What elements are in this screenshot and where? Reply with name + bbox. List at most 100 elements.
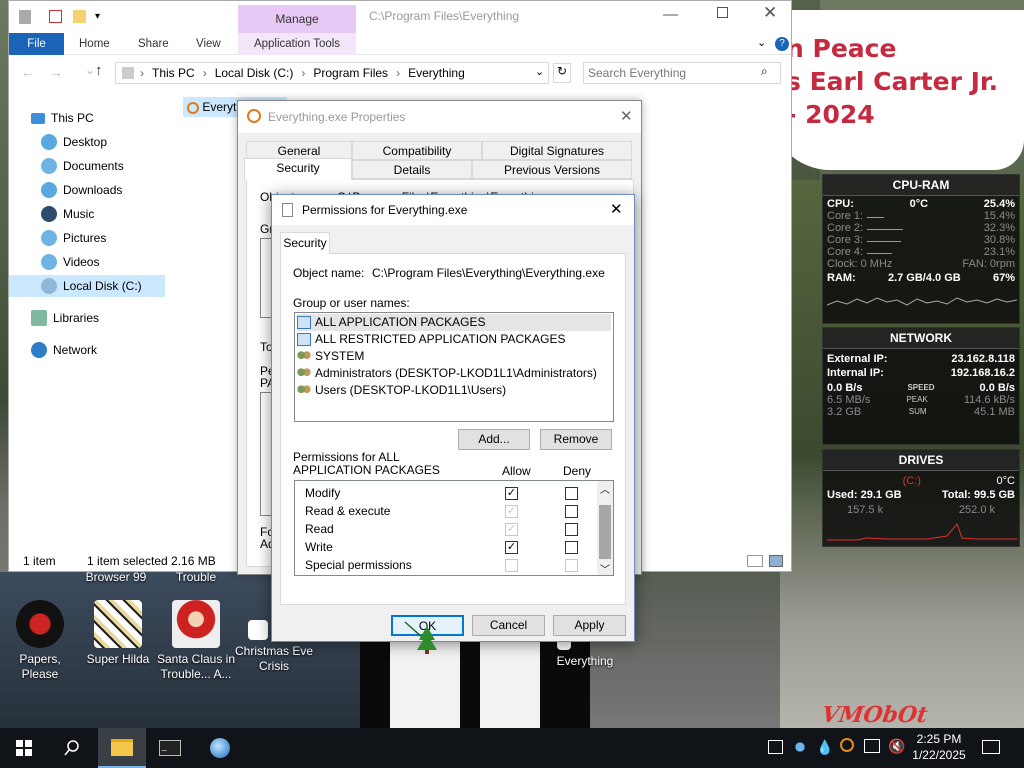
nav-documents[interactable]: Documents xyxy=(41,155,124,177)
tray-volume-muted-icon[interactable]: 🔇 xyxy=(888,738,905,755)
users-icon xyxy=(297,384,311,397)
up-icon[interactable]: ↑ xyxy=(95,62,103,79)
tray-droplet-icon[interactable]: 💧 xyxy=(816,739,833,756)
desktop-icon-santa-claus[interactable]: Santa Claus in Trouble... A... xyxy=(156,600,236,682)
address-dropdown-icon[interactable]: ⌄ xyxy=(535,65,544,78)
core-value: 15.4% xyxy=(983,210,1015,222)
taskbar-browser[interactable] xyxy=(196,728,244,768)
core-value: 23.1% xyxy=(983,246,1015,258)
ribbon-expand-icon[interactable]: ⌄ xyxy=(757,36,766,49)
address-row: ← → ⌄ ↑ › This PC › Local Disk (C:) › Pr… xyxy=(9,55,791,91)
tab-file[interactable]: File xyxy=(9,33,64,55)
permissions-titlebar: Permissions for Everything.exe ✕ xyxy=(272,195,634,225)
details-view-icon[interactable] xyxy=(747,555,763,567)
help-icon[interactable]: ? xyxy=(775,37,789,51)
group-item-system[interactable]: SYSTEM xyxy=(297,348,364,365)
scroll-down-icon[interactable]: ﹀ xyxy=(600,561,610,575)
tray-users-icon[interactable] xyxy=(792,739,808,755)
desktop-icon-super-hilda[interactable]: Super Hilda xyxy=(78,600,158,667)
tab-view[interactable]: View xyxy=(196,33,221,55)
close-icon[interactable]: ✕ xyxy=(620,101,633,133)
back-icon[interactable]: ← xyxy=(21,64,35,80)
nav-label: This PC xyxy=(51,111,94,125)
search-input[interactable]: Search Everything xyxy=(583,62,781,84)
tab-digital-signatures[interactable]: Digital Signatures xyxy=(482,141,632,160)
remove-button[interactable]: Remove xyxy=(540,429,612,450)
breadcrumb-program-files[interactable]: Program Files xyxy=(313,66,388,80)
maximize-icon[interactable] xyxy=(717,7,728,18)
allow-checkbox: ✓ xyxy=(505,505,518,518)
apply-button[interactable]: Apply xyxy=(553,615,626,636)
add-button[interactable]: Add... xyxy=(458,429,530,450)
shortcut-icon xyxy=(248,620,268,640)
core-label: Core 1: xyxy=(827,210,864,222)
search-button[interactable] xyxy=(48,728,96,768)
nav-downloads[interactable]: Downloads xyxy=(41,179,122,201)
close-icon[interactable]: ✕ xyxy=(610,195,623,225)
minimize-icon[interactable]: — xyxy=(663,6,678,23)
group-item-all-restricted[interactable]: ALL RESTRICTED APPLICATION PACKAGES xyxy=(297,331,566,348)
nav-libraries[interactable]: Libraries xyxy=(31,307,99,329)
allow-checkbox[interactable]: ✓ xyxy=(505,487,518,500)
close-icon[interactable]: ✕ xyxy=(763,3,777,23)
deny-checkbox[interactable] xyxy=(565,523,578,536)
tab-security[interactable]: Security xyxy=(280,232,330,254)
tab-compatibility[interactable]: Compatibility xyxy=(352,141,482,160)
network-stat-row: 0.0 B/s SPEED 0.0 B/s xyxy=(823,382,1019,394)
qat-dropdown-icon[interactable]: ▾ xyxy=(95,11,100,22)
address-bar[interactable]: › This PC › Local Disk (C:) › Program Fi… xyxy=(115,62,549,84)
forward-icon[interactable]: → xyxy=(49,64,63,80)
nav-local-disk[interactable]: Local Disk (C:) xyxy=(9,275,165,297)
tab-home[interactable]: Home xyxy=(79,33,110,55)
network-stat-row: 3.2 GB SUM 45.1 MB xyxy=(823,406,1019,418)
tray-network-icon[interactable] xyxy=(864,739,880,753)
refresh-icon[interactable]: ↻ xyxy=(553,63,571,83)
taskbar-file-explorer[interactable] xyxy=(98,728,146,768)
start-button[interactable] xyxy=(0,728,48,768)
cancel-button[interactable]: Cancel xyxy=(472,615,545,636)
tab-details[interactable]: Details xyxy=(352,160,472,179)
network-stat-right: 0.0 B/s xyxy=(979,382,1015,394)
deny-checkbox[interactable] xyxy=(565,505,578,518)
allow-checkbox[interactable]: ✓ xyxy=(505,541,518,554)
core-value: 32.3% xyxy=(983,222,1015,234)
tray-everything-icon[interactable] xyxy=(840,738,854,752)
tray-network-warning-icon[interactable] xyxy=(768,740,783,754)
network-stat-row: 6.5 MB/s PEAK 114.6 kB/s xyxy=(823,394,1019,406)
tab-application-tools[interactable]: Application Tools xyxy=(238,33,356,55)
deny-checkbox[interactable] xyxy=(565,541,578,554)
tab-previous-versions[interactable]: Previous Versions xyxy=(472,160,632,179)
nav-label: Libraries xyxy=(53,311,100,325)
scroll-up-icon[interactable]: ︿ xyxy=(600,481,610,496)
breadcrumb-local-disk[interactable]: Local Disk (C:) xyxy=(215,66,294,80)
group-item-administrators[interactable]: Administrators (DESKTOP-LKOD1L1\Administ… xyxy=(297,365,597,382)
terminal-icon: _ xyxy=(159,740,181,756)
breadcrumb-this-pc[interactable]: This PC xyxy=(152,66,195,80)
clock[interactable]: 2:25 PM 1/22/2025 xyxy=(906,731,972,763)
tab-share[interactable]: Share xyxy=(138,33,169,55)
desktop-icon-papers-please[interactable]: Papers, Please xyxy=(0,600,80,682)
nav-label: Desktop xyxy=(63,135,108,149)
nav-videos[interactable]: Videos xyxy=(41,251,99,273)
breadcrumb-everything[interactable]: Everything xyxy=(408,66,465,80)
tab-security[interactable]: Security xyxy=(244,158,352,180)
large-icons-view-icon[interactable] xyxy=(769,555,783,567)
nav-network[interactable]: Network xyxy=(31,339,97,361)
nav-pictures[interactable]: Pictures xyxy=(41,227,106,249)
new-folder-icon[interactable] xyxy=(73,10,86,23)
taskbar-command-prompt[interactable]: _ xyxy=(146,728,194,768)
recent-locations-icon[interactable]: ⌄ xyxy=(85,63,95,77)
properties-icon[interactable] xyxy=(49,10,62,23)
nav-this-pc[interactable]: This PC xyxy=(31,107,94,129)
group-item-users[interactable]: Users (DESKTOP-LKOD1L1\Users) xyxy=(297,382,506,399)
notifications-icon[interactable] xyxy=(982,740,1000,754)
deny-checkbox[interactable] xyxy=(565,487,578,500)
group-item-all-application-packages[interactable]: ALL APPLICATION PACKAGES xyxy=(297,314,611,331)
object-name-label: Object name: xyxy=(293,266,365,280)
globe-icon xyxy=(210,738,230,758)
scrollbar-thumb[interactable] xyxy=(599,505,611,559)
nav-music[interactable]: Music xyxy=(41,203,94,225)
nav-desktop[interactable]: Desktop xyxy=(41,131,107,153)
permissions-scrollbar[interactable]: ︿ ﹀ xyxy=(597,481,613,575)
drive-letter: (C:) xyxy=(902,475,921,487)
